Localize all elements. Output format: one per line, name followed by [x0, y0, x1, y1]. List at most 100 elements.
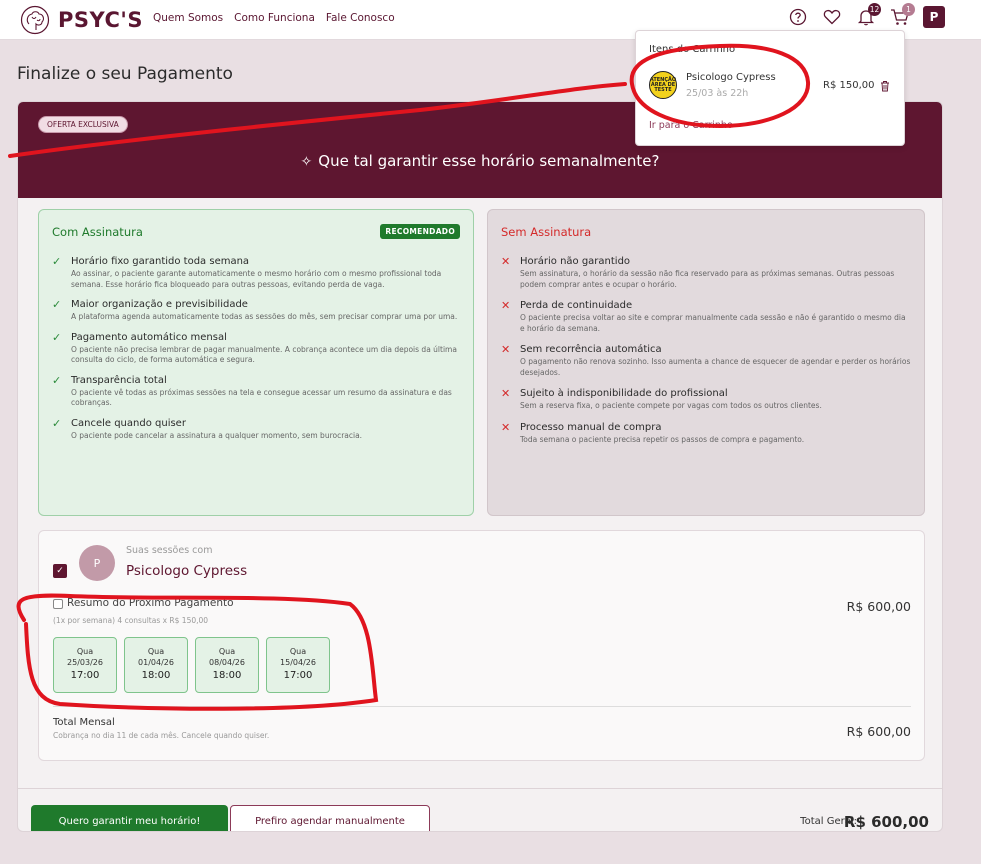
- benefit-title: Pagamento automático mensal: [71, 331, 227, 343]
- brand-logo[interactable]: PSYC'S: [20, 5, 143, 35]
- benefit-item: ✓ Pagamento automático mensal O paciente …: [52, 331, 461, 366]
- chip-day: Qua: [76, 647, 94, 656]
- grand-total-value: R$ 600,00: [843, 813, 929, 831]
- check-icon: ✓: [52, 330, 62, 344]
- bell-icon[interactable]: 12: [855, 3, 881, 28]
- check-icon: ✓: [52, 373, 62, 387]
- chip-time: 18:00: [212, 670, 242, 681]
- benefit-item: ✓ Maior organização e previsibilidade A p…: [52, 298, 461, 323]
- benefit-title: Transparência total: [71, 374, 167, 386]
- benefit-title: Cancele quando quiser: [71, 417, 186, 429]
- subscribe-button[interactable]: Quero garantir meu horário!: [31, 805, 228, 831]
- drawback-item: ✕ Horário não garantido Sem assinatura, o…: [501, 255, 912, 290]
- professional-avatar: P: [79, 545, 115, 581]
- header-actions: 12 1 P: [787, 3, 945, 28]
- drawback-title: Sem recorrência automática: [520, 344, 662, 355]
- benefit-item: ✓ Cancele quando quiser O paciente pode c…: [52, 417, 461, 442]
- drawback-title: Processo manual de compra: [520, 421, 662, 433]
- chip-time: 18:00: [141, 670, 171, 681]
- drawback-desc: Sem a reserva fixa, o paciente compete p…: [520, 401, 822, 410]
- drawback-item: ✕ Processo manual de compra Toda semana o…: [501, 421, 912, 446]
- cross-icon: ✕: [501, 343, 511, 356]
- nav-fale-conosco[interactable]: Fale Conosco: [326, 12, 395, 24]
- brand-name: PSYC'S: [58, 8, 143, 32]
- offer-banner-text: Que tal garantir esse horário semanalmen…: [318, 152, 660, 170]
- divider: [53, 706, 911, 707]
- benefit-desc: O paciente vê todas as próximas sessões …: [71, 387, 452, 408]
- chip-day: Qua: [289, 647, 307, 656]
- drawback-title: Horário não garantido: [520, 256, 631, 267]
- check-icon: ✓: [52, 255, 62, 268]
- drawback-title: Perda de continuidade: [520, 300, 633, 311]
- benefit-title: Maior organização e previsibilidade: [71, 299, 248, 310]
- sparkle-icon: ✧: [300, 154, 313, 170]
- benefit-desc: A plataforma agenda automaticamente toda…: [71, 312, 458, 321]
- heart-icon[interactable]: [821, 6, 843, 28]
- monthly-total-subtitle: Cobrança no dia 11 de cada mês. Cancele …: [53, 731, 270, 740]
- chip-time: 17:00: [283, 670, 313, 681]
- chip-day: Qua: [147, 647, 165, 656]
- cart-icon[interactable]: 1: [889, 3, 915, 28]
- chip-day: Qua: [218, 647, 236, 656]
- drawback-item: ✕ Sem recorrência automática O pagamento …: [501, 343, 912, 378]
- monthly-total-price: R$ 600,00: [846, 724, 911, 739]
- professional-name: Psicologo Cypress: [126, 563, 248, 579]
- divider: [18, 788, 942, 789]
- cart-item-date: 25/03 às 22h: [686, 88, 749, 99]
- user-avatar[interactable]: P: [923, 6, 945, 28]
- session-date-chip: Qua 25/03/26 17:00: [53, 637, 117, 693]
- benefit-desc: O paciente pode cancelar a assinatura a …: [71, 430, 363, 440]
- cross-icon: ✕: [501, 420, 511, 434]
- summary-price: R$ 600,00: [846, 599, 911, 614]
- drawback-desc: O paciente precisa voltar ao site e comp…: [520, 313, 906, 333]
- benefit-item: ✓ Horário fixo garantido toda semana Ao a…: [52, 255, 461, 290]
- cross-icon: ✕: [501, 387, 511, 400]
- notification-badge: 12: [868, 3, 881, 16]
- benefit-desc: Ao assinar, o paciente garante automatic…: [71, 269, 442, 289]
- chip-date: 25/03/26: [67, 658, 103, 667]
- benefit-desc: O paciente não precisa lembrar de pagar …: [71, 344, 457, 365]
- thumb-line: TESTE: [654, 86, 672, 93]
- cross-icon: ✕: [501, 255, 511, 268]
- monthly-total-label: Total Mensal: [53, 717, 115, 728]
- nav-quem-somos[interactable]: Quem Somos: [153, 12, 223, 24]
- with-subscription-panel: Com Assinatura RECOMENDADO ✓ Horário fix…: [38, 209, 474, 516]
- chip-time: 17:00: [70, 670, 100, 681]
- brain-logo-icon: [20, 5, 50, 35]
- drawback-desc: O pagamento não renova sozinho. Isso aum…: [520, 357, 911, 377]
- summary-checkbox[interactable]: [53, 599, 63, 609]
- offer-pill: OFERTA EXCLUSIVA: [38, 116, 128, 133]
- checkout-card: OFERTA EXCLUSIVA ✧ Que tal garantir esse …: [17, 101, 943, 832]
- check-icon: ✓: [52, 416, 62, 430]
- recommended-badge: RECOMENDADO: [380, 224, 460, 239]
- benefit-item: ✓ Transparência total O paciente vê todas…: [52, 374, 461, 409]
- help-icon[interactable]: [787, 6, 809, 28]
- drawback-item: ✕ Perda de continuidade O paciente precis…: [501, 299, 912, 334]
- schedule-manually-button[interactable]: Prefiro agendar manualmente: [230, 805, 430, 831]
- offer-banner-title: ✧ Que tal garantir esse horário semanalme…: [18, 152, 942, 170]
- cart-item-name: Psicologo Cypress: [686, 72, 776, 83]
- session-checkbox[interactable]: ✓: [53, 564, 67, 578]
- go-to-cart-link[interactable]: Ir para o Carrinho: [649, 120, 733, 131]
- session-date-chip: Qua 01/04/26 18:00: [124, 637, 188, 693]
- drawback-desc: Toda semana o paciente precisa repetir o…: [520, 434, 805, 444]
- trash-icon[interactable]: [880, 80, 890, 92]
- session-date-chip: Qua 08/04/26 18:00: [195, 637, 259, 693]
- chip-date: 08/04/26: [209, 658, 245, 667]
- chip-date: 15/04/26: [280, 658, 316, 667]
- cart-dropdown: Itens do Carrinho ATENÇÃO ÁREA DE TESTE …: [635, 30, 905, 146]
- without-subscription-panel: Sem Assinatura ✕ Horário não garantido Se…: [487, 209, 925, 516]
- session-date-chip: Qua 15/04/26 17:00: [266, 637, 330, 693]
- summary-subtitle: (1x por semana) 4 consultas x R$ 150,00: [53, 616, 209, 625]
- page-title: Finalize o seu Pagamento: [17, 64, 233, 84]
- drawback-item: ✕ Sujeito à indisponibilidade do profiss…: [501, 387, 912, 412]
- cart-badge: 1: [902, 3, 915, 16]
- sessions-subtitle: Suas sessões com: [126, 545, 213, 556]
- session-dates: Qua 25/03/26 17:00 Qua 01/04/26 18:00 Qu…: [53, 637, 330, 693]
- drawback-desc: Sem assinatura, o horário da sessão não …: [520, 269, 895, 289]
- main-nav: Quem Somos Como Funciona Fale Conosco: [153, 12, 395, 24]
- nav-como-funciona[interactable]: Como Funciona: [234, 12, 315, 24]
- chip-date: 01/04/26: [138, 658, 174, 667]
- with-subscription-title: Com Assinatura: [52, 225, 143, 239]
- sessions-panel: ✓ P Suas sessões com Psicologo Cypress R…: [38, 530, 925, 761]
